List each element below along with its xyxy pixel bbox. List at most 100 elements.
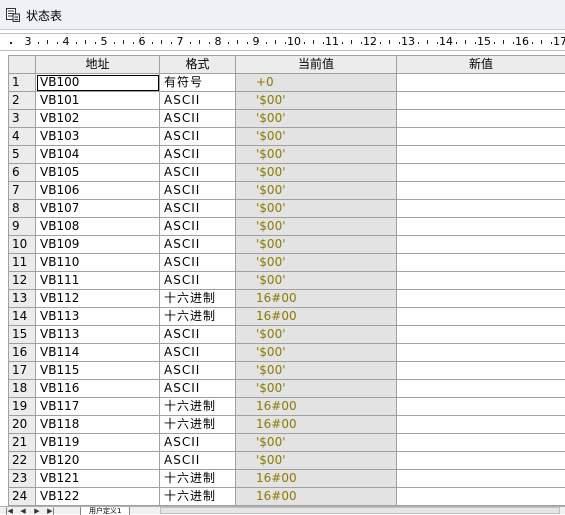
address-cell[interactable]: VB103 <box>36 128 160 146</box>
format-cell[interactable]: ASCII <box>160 200 236 218</box>
address-cell[interactable]: VB104 <box>36 146 160 164</box>
format-cell[interactable]: 有符号 <box>160 74 236 92</box>
new-value-cell[interactable] <box>397 362 565 380</box>
new-value-cell[interactable] <box>397 164 565 182</box>
new-value-cell[interactable] <box>397 92 565 110</box>
format-cell[interactable]: 十六进制 <box>160 416 236 434</box>
new-value-cell[interactable] <box>397 128 565 146</box>
new-value-cell[interactable] <box>397 110 565 128</box>
format-cell[interactable]: 十六进制 <box>160 488 236 506</box>
address-cell[interactable]: VB107 <box>36 200 160 218</box>
address-cell[interactable]: VB108 <box>36 218 160 236</box>
column-header-format[interactable]: 格式 <box>160 56 236 74</box>
address-cell[interactable]: VB109 <box>36 236 160 254</box>
column-header-address[interactable]: 地址 <box>36 56 160 74</box>
row-number-cell[interactable]: 17 <box>9 362 36 380</box>
new-value-cell[interactable] <box>397 272 565 290</box>
row-number-cell[interactable]: 16 <box>9 344 36 362</box>
format-cell[interactable]: 十六进制 <box>160 470 236 488</box>
column-header-current-value[interactable]: 当前值 <box>236 56 397 74</box>
address-cell[interactable]: VB114 <box>36 344 160 362</box>
row-number-cell[interactable]: 1 <box>9 74 36 92</box>
address-cell[interactable]: VB112 <box>36 290 160 308</box>
new-value-cell[interactable] <box>397 200 565 218</box>
address-cell[interactable]: VB119 <box>36 434 160 452</box>
format-cell[interactable]: 十六进制 <box>160 398 236 416</box>
new-value-cell[interactable] <box>397 218 565 236</box>
address-cell[interactable]: VB116 <box>36 380 160 398</box>
new-value-cell[interactable] <box>397 290 565 308</box>
row-number-cell[interactable]: 18 <box>9 380 36 398</box>
row-number-cell[interactable]: 23 <box>9 470 36 488</box>
address-cell[interactable]: VB102 <box>36 110 160 128</box>
new-value-cell[interactable] <box>397 254 565 272</box>
address-cell[interactable]: VB106 <box>36 182 160 200</box>
row-number-cell[interactable]: 21 <box>9 434 36 452</box>
new-value-cell[interactable] <box>397 380 565 398</box>
address-cell[interactable]: VB101 <box>36 92 160 110</box>
address-cell[interactable]: VB118 <box>36 416 160 434</box>
format-cell[interactable]: ASCII <box>160 434 236 452</box>
new-value-cell[interactable] <box>397 308 565 326</box>
row-number-cell[interactable]: 15 <box>9 326 36 344</box>
new-value-cell[interactable] <box>397 326 565 344</box>
format-cell[interactable]: ASCII <box>160 236 236 254</box>
row-number-cell[interactable]: 19 <box>9 398 36 416</box>
row-number-cell[interactable]: 9 <box>9 218 36 236</box>
format-cell[interactable]: ASCII <box>160 380 236 398</box>
new-value-cell[interactable] <box>397 488 565 506</box>
address-cell[interactable]: VB117 <box>36 398 160 416</box>
column-header-new-value[interactable]: 新值 <box>397 56 565 74</box>
row-number-cell[interactable]: 3 <box>9 110 36 128</box>
horizontal-scrollbar[interactable] <box>160 507 560 514</box>
row-number-cell[interactable]: 12 <box>9 272 36 290</box>
format-cell[interactable]: ASCII <box>160 254 236 272</box>
new-value-cell[interactable] <box>397 236 565 254</box>
format-cell[interactable]: ASCII <box>160 92 236 110</box>
address-cell[interactable]: VB113 <box>36 326 160 344</box>
new-value-cell[interactable] <box>397 398 565 416</box>
format-cell[interactable]: ASCII <box>160 452 236 470</box>
new-value-cell[interactable] <box>397 416 565 434</box>
row-number-cell[interactable]: 24 <box>9 488 36 506</box>
row-number-cell[interactable]: 5 <box>9 146 36 164</box>
format-cell[interactable]: ASCII <box>160 110 236 128</box>
address-cell[interactable]: VB115 <box>36 362 160 380</box>
new-value-cell[interactable] <box>397 74 565 92</box>
new-value-cell[interactable] <box>397 182 565 200</box>
format-cell[interactable]: ASCII <box>160 344 236 362</box>
row-number-cell[interactable]: 20 <box>9 416 36 434</box>
format-cell[interactable]: ASCII <box>160 326 236 344</box>
new-value-cell[interactable] <box>397 470 565 488</box>
format-cell[interactable]: 十六进制 <box>160 290 236 308</box>
address-cell[interactable]: VB122 <box>36 488 160 506</box>
address-cell[interactable]: VB100 <box>36 74 160 92</box>
format-cell[interactable]: ASCII <box>160 362 236 380</box>
format-cell[interactable]: ASCII <box>160 164 236 182</box>
row-number-cell[interactable]: 7 <box>9 182 36 200</box>
row-number-cell[interactable]: 22 <box>9 452 36 470</box>
row-number-cell[interactable]: 10 <box>9 236 36 254</box>
address-cell[interactable]: VB110 <box>36 254 160 272</box>
row-number-cell[interactable]: 8 <box>9 200 36 218</box>
row-number-cell[interactable]: 11 <box>9 254 36 272</box>
format-cell[interactable]: ASCII <box>160 272 236 290</box>
row-number-cell[interactable]: 14 <box>9 308 36 326</box>
new-value-cell[interactable] <box>397 452 565 470</box>
corner-header[interactable] <box>9 56 36 74</box>
address-cell[interactable]: VB113 <box>36 308 160 326</box>
address-cell[interactable]: VB105 <box>36 164 160 182</box>
format-cell[interactable]: ASCII <box>160 146 236 164</box>
new-value-cell[interactable] <box>397 434 565 452</box>
new-value-cell[interactable] <box>397 146 565 164</box>
format-cell[interactable]: 十六进制 <box>160 308 236 326</box>
new-value-cell[interactable] <box>397 344 565 362</box>
row-number-cell[interactable]: 4 <box>9 128 36 146</box>
format-cell[interactable]: ASCII <box>160 128 236 146</box>
row-number-cell[interactable]: 6 <box>9 164 36 182</box>
address-cell[interactable]: VB121 <box>36 470 160 488</box>
format-cell[interactable]: ASCII <box>160 218 236 236</box>
row-number-cell[interactable]: 2 <box>9 92 36 110</box>
row-number-cell[interactable]: 13 <box>9 290 36 308</box>
address-cell[interactable]: VB120 <box>36 452 160 470</box>
